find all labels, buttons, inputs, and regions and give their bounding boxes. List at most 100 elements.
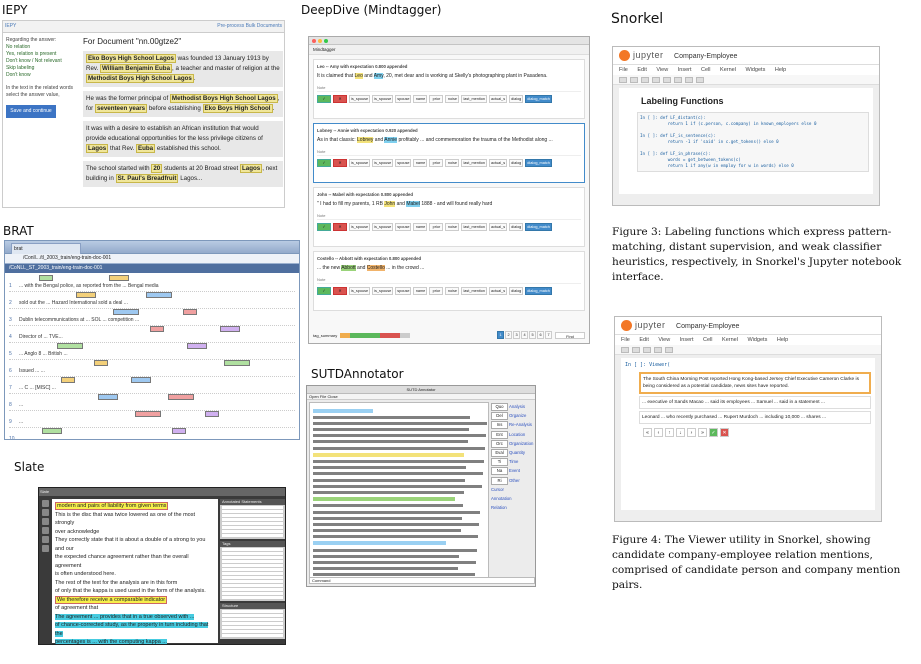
panel-row[interactable] (222, 622, 283, 625)
entity-tag[interactable] (187, 343, 207, 349)
brat-sentence-row[interactable]: 6 Issued ... ... (9, 360, 295, 377)
brat-sentence-row[interactable]: 5 ... Anglo 8 ... British ... (9, 343, 295, 360)
iepy-option[interactable]: Don't know (6, 72, 76, 79)
brat-sentence-row[interactable]: 4 Director of ... TVE... (9, 326, 295, 343)
shortcut-row[interactable]: Na Event (491, 466, 535, 476)
browser-tab[interactable]: brat (11, 243, 81, 254)
tag-button[interactable]: spouse (395, 159, 412, 167)
page-button[interactable]: 1 (497, 331, 504, 339)
panel-row[interactable] (222, 560, 283, 563)
down-icon[interactable] (685, 77, 693, 83)
entity-tag[interactable] (150, 326, 164, 332)
iepy-option[interactable]: Don't know / Not relevant (6, 58, 76, 65)
no-button[interactable]: ✕ (333, 159, 347, 167)
entity-tag[interactable] (205, 411, 219, 417)
page-button[interactable]: 5 (529, 331, 536, 339)
up-icon[interactable] (674, 77, 682, 83)
entity[interactable]: Euba (135, 144, 156, 153)
candidate-card[interactable]: Lobney -- Annie with expectation 0.920 a… (313, 123, 585, 183)
panel-row[interactable] (222, 576, 283, 579)
prev-icon[interactable]: ‹ (654, 428, 663, 437)
shortcut-row[interactable]: Ent Location (491, 430, 535, 439)
tag-button[interactable]: prior (429, 159, 444, 167)
tag-button[interactable]: last_mention (461, 223, 487, 231)
shortcut-row[interactable]: Quo Analysis (491, 402, 535, 411)
highlighted-line[interactable] (313, 585, 437, 586)
candidate-row[interactable]: Leonard ... who recently purchased ... R… (639, 411, 871, 424)
shortcut-key[interactable]: Na (491, 467, 508, 476)
tag-button[interactable]: actual_s (489, 223, 508, 231)
first-icon[interactable]: « (643, 428, 652, 437)
panel-row[interactable] (222, 634, 283, 637)
shortcut-key[interactable]: Ins (491, 421, 508, 430)
yes-button[interactable]: ✓ (317, 223, 331, 231)
code-cell[interactable]: In [ ]: def LF_distant(c): return 1 if (… (637, 112, 869, 172)
shortcut-key[interactable]: Eval (491, 449, 508, 458)
tag-button[interactable]: dialog (509, 223, 524, 231)
entity-tag[interactable] (76, 292, 96, 298)
entity-tag[interactable] (131, 377, 151, 383)
copy-icon[interactable] (652, 77, 660, 83)
entity-tag[interactable] (94, 360, 108, 366)
tag-button[interactable]: actual_s (489, 159, 508, 167)
entity[interactable]: 20 (151, 164, 163, 173)
highlighted-line[interactable] (313, 408, 373, 413)
run-icon[interactable] (665, 347, 673, 353)
tag-button[interactable]: is_spouse (349, 223, 371, 231)
tag-button[interactable]: spouse (395, 223, 412, 231)
iepy-nav-links[interactable]: Pre-process Bulk Documents (217, 23, 282, 29)
tool-icon[interactable] (42, 545, 49, 552)
tag-button[interactable]: dialog (509, 287, 524, 295)
panel-row[interactable] (222, 592, 283, 595)
panel-row[interactable] (222, 510, 283, 513)
panel-row[interactable] (222, 610, 283, 613)
down-icon[interactable]: ↓ (676, 428, 685, 437)
panel-row[interactable] (222, 534, 283, 537)
tag-button[interactable]: prior (429, 223, 444, 231)
tag-button[interactable]: dialog_match (525, 95, 552, 103)
tag-button[interactable]: noise (445, 223, 460, 231)
brat-sentence-row[interactable]: 3 Dublin telecommunications at ... SOL ..… (9, 309, 295, 326)
tag-button[interactable]: name (413, 287, 428, 295)
panel-row[interactable] (222, 518, 283, 521)
tag-button[interactable]: noise (445, 287, 460, 295)
slate-text-pane[interactable]: modern and pairs of liability from given… (52, 499, 218, 644)
shortcut-row[interactable]: Eval Quantity (491, 448, 535, 458)
candidate-card[interactable]: Leo -- Amy with expectation 0.800 append… (313, 59, 585, 119)
entity-tag[interactable] (168, 394, 194, 400)
run-icon[interactable] (696, 77, 704, 83)
iepy-option[interactable]: Skip labeling (6, 65, 76, 72)
note-field[interactable]: Note (317, 276, 581, 284)
brat-sentence-row[interactable]: 2 sold out the ... Hazard International s… (9, 292, 295, 309)
note-field[interactable]: Note (317, 148, 581, 156)
tag-button[interactable]: name (413, 159, 428, 167)
iepy-option[interactable]: Yes, relation is present (6, 51, 76, 58)
shortcut-key[interactable]: Quo (491, 403, 508, 411)
save-icon[interactable] (619, 77, 627, 83)
panel-row[interactable] (222, 568, 283, 571)
command-bar[interactable]: Command (309, 577, 535, 584)
page-button[interactable]: 4 (521, 331, 528, 339)
viewer-cell[interactable]: In [ ]: Viewer( (625, 362, 871, 368)
page-button[interactable]: 7 (545, 331, 552, 339)
minimize-icon[interactable] (318, 39, 322, 43)
shortcut-row[interactable]: Ins Re-Analysis (491, 420, 535, 430)
entity-tag[interactable] (42, 428, 62, 434)
shortcut-row[interactable]: Ti Time (491, 457, 535, 467)
panel-row[interactable] (222, 530, 283, 533)
tag-button[interactable]: last_mention (461, 159, 487, 167)
check-icon[interactable]: ✓ (709, 428, 718, 437)
iepy-option[interactable]: No relation (6, 44, 76, 51)
page-button[interactable]: 3 (513, 331, 520, 339)
brat-sentence-row[interactable]: 7 ... C ... [MISC] ... (9, 377, 295, 394)
tag-button[interactable]: spouse (395, 287, 412, 295)
tag-button[interactable]: is_spouse (372, 287, 394, 295)
panel-row[interactable] (222, 618, 283, 621)
entity[interactable]: Methodist Boys High School Lagos (86, 74, 194, 83)
shortcut-key[interactable]: Orc (491, 439, 508, 448)
tag-button[interactable]: is_spouse (349, 159, 371, 167)
page-button[interactable]: 2 (505, 331, 512, 339)
next-icon[interactable]: › (687, 428, 696, 437)
maximize-icon[interactable] (324, 39, 328, 43)
notebook-name[interactable]: Company-Employee (676, 323, 739, 330)
